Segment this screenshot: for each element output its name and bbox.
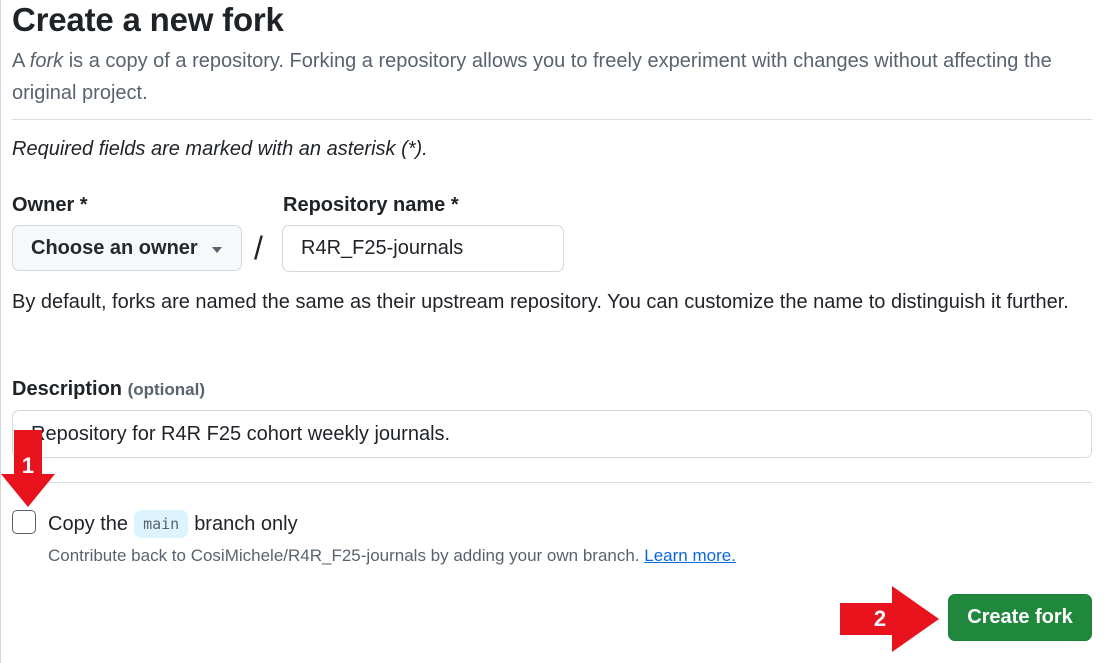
owner-select[interactable]: Choose an owner — [12, 225, 242, 271]
description-input[interactable] — [12, 410, 1092, 458]
copy-label-prefix: Copy the — [48, 513, 129, 535]
copy-branch-help: Contribute back to CosiMichele/R4R_F25-j… — [48, 543, 736, 569]
branch-name-chip: main — [134, 510, 189, 538]
divider-bottom — [12, 482, 1092, 483]
owner-label: Owner * — [12, 194, 88, 216]
repository-name-label: Repository name * — [283, 194, 459, 216]
description-label: Description (optional) — [12, 375, 205, 404]
optional-tag: (optional) — [127, 380, 206, 399]
page-title: Create a new fork — [12, 1, 284, 38]
page-subtitle: A fork is a copy of a repository. Forkin… — [12, 45, 1092, 109]
create-fork-button[interactable]: Create fork — [948, 594, 1092, 641]
fork-page: Create a new fork A fork is a copy of a … — [0, 0, 1105, 663]
copy-branch-help-text: Contribute back to CosiMichele/R4R_F25-j… — [48, 546, 640, 565]
triangle-down-icon — [212, 247, 222, 253]
learn-more-link[interactable]: Learn more. — [644, 546, 736, 565]
repository-name-input[interactable] — [282, 225, 564, 272]
description-label-text: Description — [12, 378, 123, 400]
annotation-number-1: 1 — [21, 453, 35, 478]
owner-select-value: Choose an owner — [31, 236, 198, 259]
subtitle-text: is a copy of a repository. Forking a rep… — [12, 50, 1052, 104]
annotation-number-2: 2 — [873, 606, 887, 631]
copy-label-suffix: branch only — [194, 513, 298, 535]
left-border — [0, 0, 1, 663]
subtitle-prefix: A — [12, 50, 30, 72]
copy-main-branch-label[interactable]: Copy the main branch only — [48, 508, 298, 540]
owner-repo-separator: / — [254, 230, 263, 266]
repository-name-helper: By default, forks are named the same as … — [12, 291, 1069, 313]
required-fields-note: Required fields are marked with an aster… — [12, 138, 428, 160]
divider-top — [12, 119, 1092, 120]
copy-main-branch-checkbox[interactable] — [12, 510, 36, 534]
subtitle-fork-term: fork — [29, 50, 64, 72]
